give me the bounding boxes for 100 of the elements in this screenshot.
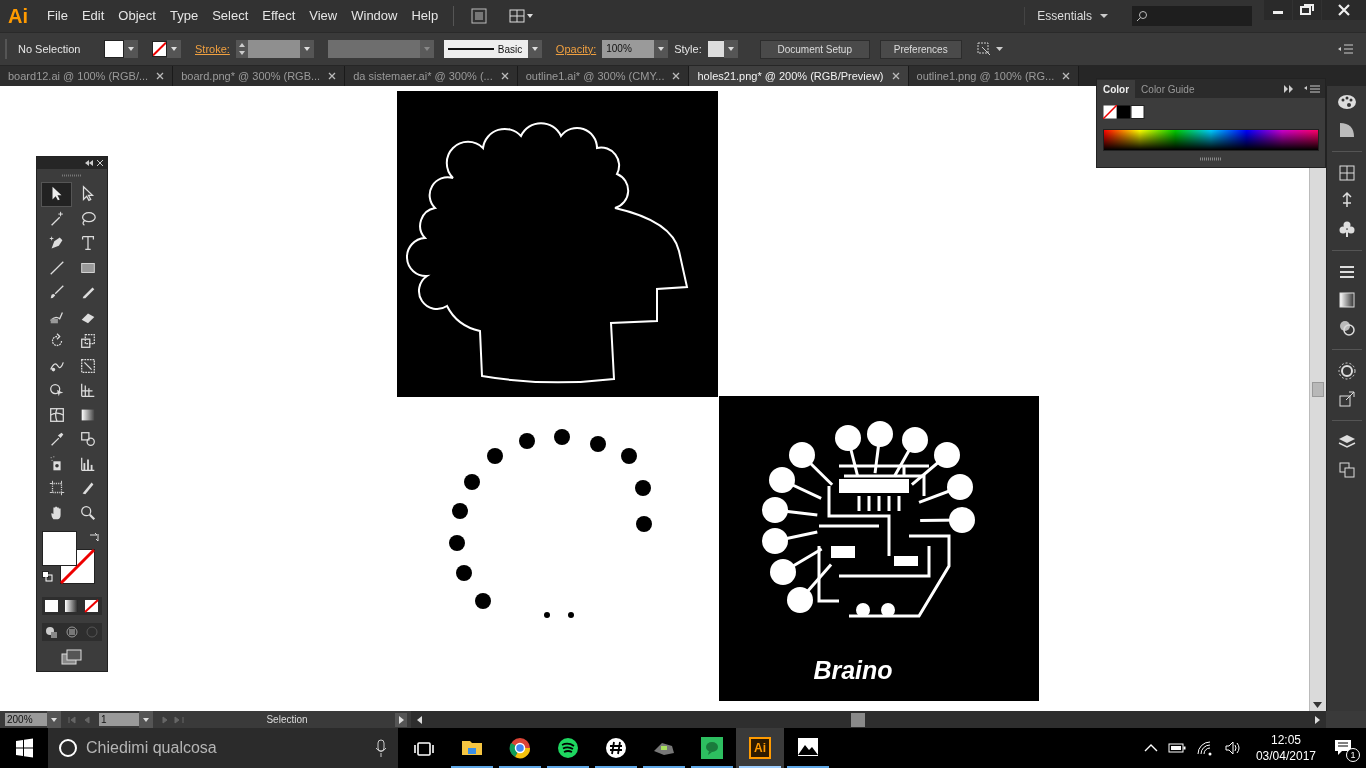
horizontal-scrollbar[interactable] <box>411 711 1326 728</box>
close-icon[interactable] <box>156 72 165 80</box>
square-arrow-icon[interactable] <box>1336 389 1357 409</box>
opacity-field[interactable]: 100% <box>602 40 655 58</box>
current-tool-status: Selection <box>265 713 309 727</box>
zoom-icon <box>78 503 97 522</box>
panel-tab[interactable]: Color <box>1097 80 1136 98</box>
opacity-link[interactable]: Opacity: <box>555 40 597 58</box>
time-text: 12:05 <box>1270 732 1301 748</box>
mesh-icon <box>47 405 66 424</box>
battery-icon[interactable] <box>1167 743 1186 753</box>
ring-icon <box>58 738 78 758</box>
document-tab[interactable]: holes21.png* @ 200% (RGB/Preview) <box>689 66 909 86</box>
scroll-down-arrow-icon[interactable] <box>1310 699 1325 711</box>
status-menu-icon[interactable] <box>395 712 407 727</box>
stroke-line-icon <box>447 47 494 51</box>
fill-stroke-swatches[interactable] <box>42 531 95 584</box>
menu-item[interactable]: Edit <box>74 0 112 32</box>
brush-field[interactable]: Basic <box>443 40 528 58</box>
close-icon[interactable] <box>1062 72 1071 80</box>
menu-item[interactable]: Select <box>205 0 256 32</box>
collapse-icon[interactable] <box>85 160 93 166</box>
close-icon[interactable] <box>500 72 509 80</box>
zoom-field[interactable]: 200% <box>5 713 47 726</box>
restore-icon[interactable] <box>1293 0 1321 20</box>
gradient-mode-icon[interactable] <box>64 599 80 613</box>
workspace-switcher[interactable]: Essentials <box>1024 7 1120 25</box>
menu-item[interactable]: Object <box>111 0 163 32</box>
notification-count: 1 <box>1346 748 1360 762</box>
grid-icon[interactable] <box>1336 163 1357 183</box>
document-tab[interactable]: outline1.png @ 100% (RG... <box>908 66 1080 86</box>
stroke-swatch[interactable] <box>152 41 167 57</box>
close-icon[interactable] <box>1322 0 1366 20</box>
grip-icon <box>62 174 82 177</box>
chevron-up-icon[interactable] <box>1143 743 1158 753</box>
gradient-square-icon[interactable] <box>1336 290 1357 310</box>
artwork-caption: Braino <box>812 655 894 686</box>
wifi-icon[interactable] <box>1195 740 1214 756</box>
dropdown-caret-icon[interactable] <box>654 40 669 58</box>
stepper-icon[interactable] <box>235 40 248 58</box>
app-logo: Ai <box>7 4 29 29</box>
free-transform-icon <box>78 356 97 375</box>
palette-icon[interactable] <box>1336 92 1357 112</box>
document-tab[interactable]: board.png* @ 300% (RGB... <box>173 66 346 86</box>
round-logo-icon <box>508 735 532 761</box>
panel-menu-icon[interactable] <box>1303 84 1321 94</box>
tool-button[interactable] <box>41 182 72 207</box>
speech-bubble-icon <box>700 735 724 761</box>
speaker-icon[interactable] <box>1223 740 1242 756</box>
stroke-weight-field[interactable] <box>247 40 300 58</box>
swap-arrows-icon[interactable] <box>88 531 100 543</box>
taskbar-search-field[interactable]: Chiedimi qualcosa <box>48 728 398 768</box>
sun-icon[interactable] <box>1336 361 1357 381</box>
action-center-button[interactable]: 1 <box>1322 728 1366 768</box>
resize-grip-icon[interactable] <box>1200 157 1222 161</box>
panel-menu-icon[interactable] <box>1336 43 1354 55</box>
variable-width-field[interactable] <box>327 40 420 58</box>
none-mode-icon[interactable] <box>84 599 100 613</box>
stroke-link[interactable]: Stroke: <box>195 40 230 58</box>
scroll-left-arrow-icon[interactable] <box>415 713 425 726</box>
panel-tab[interactable]: Color Guide <box>1135 80 1201 98</box>
clock[interactable]: 12:05 03/04/2017 <box>1249 728 1322 768</box>
default-colors-icon[interactable] <box>42 571 53 582</box>
color-mode-icon[interactable] <box>44 599 60 613</box>
close-icon[interactable] <box>328 72 337 80</box>
stacked-squares-icon[interactable] <box>1336 460 1357 480</box>
close-icon[interactable] <box>891 72 900 80</box>
draw-normal-icon[interactable] <box>44 625 60 639</box>
minimize-icon[interactable] <box>1264 0 1292 20</box>
search-field[interactable] <box>1132 6 1252 26</box>
taskbar-app[interactable]: Ai <box>736 728 784 768</box>
menu-item[interactable]: View <box>302 0 345 32</box>
document-tab[interactable]: outline1.ai* @ 300% (CMY... <box>517 66 690 86</box>
artboard-field[interactable]: 1 <box>99 713 139 726</box>
hash-icon <box>604 735 628 761</box>
menu-item[interactable]: File <box>40 0 75 32</box>
screen-mode-icon[interactable] <box>61 649 83 665</box>
close-icon[interactable] <box>672 72 681 80</box>
document-tab[interactable]: board12.ai @ 100% (RGB/... <box>0 66 174 86</box>
menu-item[interactable]: Window <box>344 0 405 32</box>
bridge-icon[interactable] <box>470 7 489 25</box>
menu-item[interactable]: Help <box>404 0 446 32</box>
document-tab[interactable]: da sistemaer.ai* @ 300% (... <box>345 66 518 86</box>
crop-marks-icon <box>47 479 66 498</box>
isolate-object-icon[interactable] <box>975 41 1006 57</box>
scroll-right-arrow-icon[interactable] <box>1312 713 1322 726</box>
menu-item[interactable]: Type <box>162 0 206 32</box>
fill-swatch[interactable] <box>104 40 124 58</box>
draw-behind-icon[interactable] <box>64 625 80 639</box>
expand-icon[interactable] <box>1283 84 1295 94</box>
color-spectrum[interactable] <box>1103 129 1319 151</box>
microphone-icon[interactable] <box>374 738 388 758</box>
style-swatch[interactable] <box>707 41 724 57</box>
color-swatches-icon[interactable] <box>1103 105 1145 119</box>
toolbar-button[interactable]: Document Setup <box>759 39 870 59</box>
scroll-thumb[interactable] <box>851 712 865 727</box>
menu-item[interactable]: Effect <box>255 0 303 32</box>
scroll-thumb[interactable] <box>1312 382 1324 397</box>
close-icon[interactable] <box>97 160 103 166</box>
toolbar-button[interactable]: Preferences <box>879 39 962 59</box>
